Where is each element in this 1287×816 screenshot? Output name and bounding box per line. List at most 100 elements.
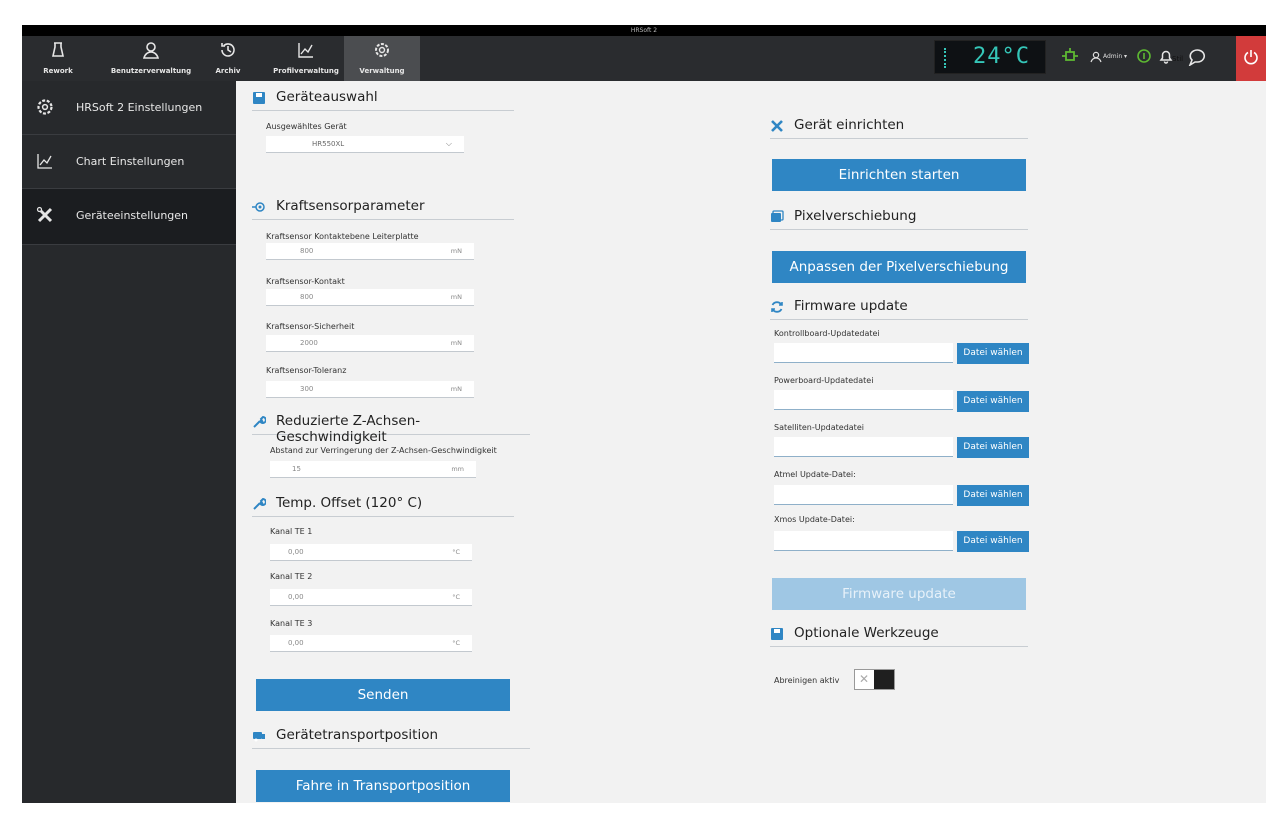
sidebar-item-label: Geräteeinstellungen bbox=[76, 209, 189, 222]
chat-icon[interactable] bbox=[1188, 48, 1208, 66]
adjust-pixel-shift-button[interactable]: Anpassen der Pixelverschiebung bbox=[772, 251, 1026, 283]
app-window: HRSoft 2 Rework Benutzerverwaltung Archi… bbox=[22, 25, 1266, 803]
section-device-select: Geräteauswahl bbox=[252, 87, 514, 111]
field-unit: °C bbox=[452, 548, 460, 556]
atmel-file-input[interactable] bbox=[774, 485, 953, 505]
section-device-setup: Gerät einrichten bbox=[770, 115, 1028, 139]
temperature-value: 24°C bbox=[973, 44, 1030, 69]
bell-badge: Stil bbox=[1172, 55, 1184, 63]
start-setup-button[interactable]: Einrichten starten bbox=[772, 159, 1026, 191]
powerboard-choose-file-button[interactable]: Datei wählen bbox=[957, 391, 1029, 412]
xmos-choose-file-button[interactable]: Datei wählen bbox=[957, 531, 1029, 552]
device-select-dropdown[interactable]: HR550XL ⌵ bbox=[266, 136, 464, 153]
z-speed-distance-input[interactable]: 15 mm bbox=[270, 461, 476, 478]
sidebar-item-label: HRSoft 2 Einstellungen bbox=[76, 101, 203, 114]
screenshot-frame: HRSoft 2 Rework Benutzerverwaltung Archi… bbox=[0, 0, 1287, 816]
user-menu[interactable]: Admin ▾ bbox=[1103, 53, 1127, 60]
section-title: Firmware update bbox=[794, 298, 908, 314]
chart-icon bbox=[37, 154, 52, 169]
field-unit: °C bbox=[452, 639, 460, 647]
temperature-separator bbox=[944, 48, 946, 68]
kontrollboard-file-input[interactable] bbox=[774, 343, 953, 363]
field-value: 0,00 bbox=[288, 639, 304, 647]
field-value: 800 bbox=[300, 247, 314, 255]
force-contact-input[interactable]: 800 mN bbox=[266, 289, 474, 306]
user-icon[interactable] bbox=[1090, 51, 1102, 63]
tab-verwaltung[interactable]: Verwaltung bbox=[344, 36, 420, 81]
history-icon bbox=[221, 43, 235, 57]
section-title: Kraftsensorparameter bbox=[276, 198, 425, 214]
sidebar-item-label: Chart Einstellungen bbox=[76, 155, 185, 168]
power-button[interactable] bbox=[1236, 36, 1266, 81]
field-value: 300 bbox=[300, 385, 314, 393]
field-value: 0,00 bbox=[288, 593, 304, 601]
field-value: 0,00 bbox=[288, 548, 304, 556]
top-navigation: Rework Benutzerverwaltung Archiv Profilv… bbox=[22, 36, 1266, 81]
section-title: Temp. Offset (120° C) bbox=[276, 495, 423, 511]
field-label: Kraftsensor-Toleranz bbox=[266, 366, 347, 375]
info-icon[interactable] bbox=[1136, 48, 1152, 64]
field-value: 15 bbox=[292, 465, 301, 473]
section-force-sensor: Kraftsensorparameter bbox=[252, 196, 514, 220]
sensor-icon bbox=[252, 202, 265, 212]
kontrollboard-choose-file-button[interactable]: Datei wählen bbox=[957, 343, 1029, 364]
section-transport: Gerätetransportposition bbox=[252, 725, 530, 749]
users-icon bbox=[142, 42, 160, 59]
satellite-file-input[interactable] bbox=[774, 437, 953, 457]
tab-benutzerverwaltung-label: Benutzerverwaltung bbox=[110, 67, 192, 75]
chevron-down-icon: ⌵ bbox=[445, 139, 452, 148]
field-unit: mN bbox=[450, 385, 462, 393]
send-button[interactable]: Senden bbox=[256, 679, 510, 711]
sidebar-item-chart-settings[interactable]: Chart Einstellungen bbox=[22, 135, 236, 189]
atmel-choose-file-button[interactable]: Datei wählen bbox=[957, 485, 1029, 506]
refresh-icon bbox=[771, 301, 783, 313]
satellite-choose-file-button[interactable]: Datei wählen bbox=[957, 437, 1029, 458]
section-title: Reduzierte Z-Achsen-Geschwindigkeit bbox=[276, 413, 421, 445]
tab-profilverwaltung-label: Profilverwaltung bbox=[273, 67, 339, 75]
close-icon: ✕ bbox=[859, 672, 870, 686]
sidebar: HRSoft 2 Einstellungen Chart Einstellung… bbox=[22, 81, 236, 803]
sidebar-item-device-settings[interactable]: Geräteeinstellungen bbox=[22, 189, 236, 245]
save-icon bbox=[771, 628, 783, 640]
field-label: Kraftsensor-Kontakt bbox=[266, 277, 345, 286]
cleaning-toggle[interactable]: ✕ bbox=[854, 669, 895, 690]
force-contact-pcb-input[interactable]: 800 mN bbox=[266, 243, 474, 260]
field-value: 2000 bbox=[300, 339, 318, 347]
sidebar-item-hrsoft-settings[interactable]: HRSoft 2 Einstellungen bbox=[22, 81, 236, 135]
device-select-value: HR550XL bbox=[312, 140, 345, 148]
section-title: Gerätetransportposition bbox=[276, 727, 439, 743]
force-safety-input[interactable]: 2000 mN bbox=[266, 335, 474, 352]
powerboard-file-input[interactable] bbox=[774, 390, 953, 410]
field-unit: °C bbox=[452, 593, 460, 601]
temp-offset-te1-input[interactable]: 0,00 °C bbox=[270, 544, 472, 561]
tab-verwaltung-label: Verwaltung bbox=[359, 67, 405, 75]
window-title: HRSoft 2 bbox=[22, 25, 1266, 36]
xmos-file-input[interactable] bbox=[774, 531, 953, 551]
temp-offset-te3-input[interactable]: 0,00 °C bbox=[270, 635, 472, 652]
section-title: Pixelverschiebung bbox=[794, 208, 917, 224]
connection-icon bbox=[1062, 48, 1078, 61]
section-title: Optionale Werkzeuge bbox=[794, 625, 939, 641]
field-unit: mN bbox=[450, 247, 462, 255]
toggle-label: Abreinigen aktiv bbox=[774, 676, 840, 685]
tools-icon bbox=[36, 206, 53, 223]
field-unit: mN bbox=[450, 339, 462, 347]
temp-offset-te2-input[interactable]: 0,00 °C bbox=[270, 589, 472, 606]
tab-rework[interactable]: Rework bbox=[36, 36, 80, 81]
file-label: Atmel Update-Datei: bbox=[774, 470, 856, 479]
tab-benutzerverwaltung[interactable]: Benutzerverwaltung bbox=[106, 36, 196, 81]
firmware-update-button[interactable]: Firmware update bbox=[772, 578, 1026, 610]
transport-position-button[interactable]: Fahre in Transportposition bbox=[256, 770, 510, 802]
wrench-icon bbox=[253, 497, 266, 510]
tab-rework-label: Rework bbox=[43, 67, 73, 75]
file-label: Xmos Update-Datei: bbox=[774, 515, 855, 524]
field-label: Kanal TE 2 bbox=[270, 572, 313, 581]
field-unit: mN bbox=[450, 293, 462, 301]
chart-icon bbox=[298, 43, 313, 58]
save-icon bbox=[253, 92, 265, 104]
tab-profilverwaltung[interactable]: Profilverwaltung bbox=[268, 36, 344, 81]
force-tolerance-input[interactable]: 300 mN bbox=[266, 381, 474, 398]
field-label: Kanal TE 3 bbox=[270, 619, 313, 628]
tab-archiv[interactable]: Archiv bbox=[208, 36, 248, 81]
section-title: Gerät einrichten bbox=[794, 117, 905, 133]
